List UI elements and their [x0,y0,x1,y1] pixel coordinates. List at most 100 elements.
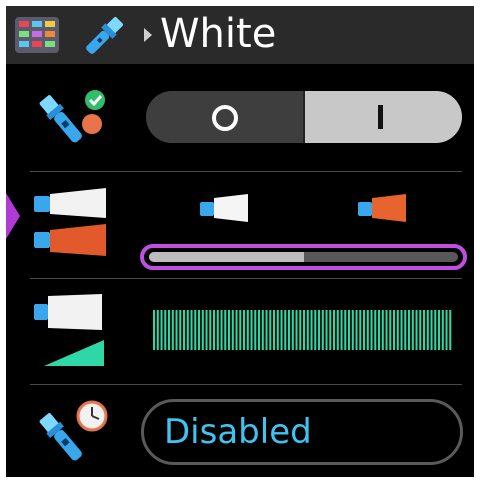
brightness-segment [276,310,279,350]
brightness-segment [426,310,429,350]
brightness-segment [381,310,384,350]
brightness-segment [190,310,193,350]
brightness-segment [396,310,399,350]
brightness-segment [220,310,223,350]
row-divider [30,171,462,172]
brightness-segment [160,310,163,350]
brightness-segment [153,310,156,350]
brightness-segment [228,310,231,350]
brightness-segment [243,310,246,350]
flashlight-red-icon [358,194,406,222]
brightness-segment [171,310,174,350]
brightness-segment [235,310,238,350]
brightness-segment [370,310,373,350]
brightness-segment [411,310,414,350]
flashlight-icon [86,17,123,54]
brightness-segment [261,310,264,350]
slider-track [149,252,458,262]
flashlight-white-icon [200,194,248,222]
header-bar: White [6,6,474,64]
brightness-segment [186,310,189,350]
brightness-segment [303,310,306,350]
brightness-segment [400,310,403,350]
brightness-segment [254,310,257,350]
brightness-segment [194,310,197,350]
screen: White Disabled [6,6,474,477]
brightness-segment [348,310,351,350]
brightness-segment [441,310,444,350]
brightness-segment [179,310,182,350]
brightness-segment [325,310,328,350]
row-divider [30,384,462,385]
brightness-level-bar[interactable] [153,310,453,350]
toggle-divider [303,91,305,143]
brightness-segment [306,310,309,350]
brightness-segment [404,310,407,350]
selection-indicator [6,193,20,239]
brightness-segment [359,310,362,350]
brightness-segment [310,310,313,350]
brightness-segment [419,310,422,350]
color-balance-slider[interactable] [140,244,467,270]
brightness-segment [291,310,294,350]
flashlight-timer-icon [39,400,108,461]
toggle-on-side[interactable] [304,91,462,143]
brightness-segment [231,310,234,350]
brightness-segment [363,310,366,350]
timer-value-field[interactable]: Disabled [141,399,463,465]
brightness-segment [299,310,302,350]
brightness-segment [213,310,216,350]
timer-value: Disabled [164,412,312,452]
brightness-segment [393,310,396,350]
power-toggle[interactable] [146,91,462,143]
brightness-segment [284,310,287,350]
brightness-segment [314,310,317,350]
slider-fill [149,252,304,262]
brightness-segment [351,310,354,350]
film-app-icon[interactable] [14,15,60,55]
brightness-segment [329,310,332,350]
brightness-segment [423,310,426,350]
brightness-segment [175,310,178,350]
brightness-segment [434,310,437,350]
flashlight-brightness-icon [34,294,104,366]
brightness-segment [216,310,219,350]
brightness-segment [374,310,377,350]
brightness-segment [344,310,347,350]
brightness-segment [209,310,212,350]
brightness-segment [333,310,336,350]
power-off-icon [212,105,238,131]
brightness-segment [438,310,441,350]
brightness-segment [355,310,358,350]
brightness-segment [378,310,381,350]
brightness-segment [449,310,452,350]
brightness-segment [224,310,227,350]
brightness-segment [288,310,291,350]
brightness-segment [408,310,411,350]
brightness-segment [336,310,339,350]
brightness-segment [164,310,167,350]
brightness-segment [321,310,324,350]
brightness-segment [258,310,261,350]
chevron-right-icon [144,28,152,42]
brightness-segment [205,310,208,350]
row-divider [30,278,462,279]
brightness-segment [295,310,298,350]
brightness-segment [239,310,242,350]
flashlight-color-icon [34,188,106,256]
brightness-segment [430,310,433,350]
brightness-segment [250,310,253,350]
brightness-segment [318,310,321,350]
brightness-segment [389,310,392,350]
flashlight-toggle-icon [39,90,105,143]
brightness-segment [156,310,159,350]
brightness-segment [340,310,343,350]
brightness-segment [201,310,204,350]
brightness-segment [415,310,418,350]
brightness-segment [280,310,283,350]
brightness-segment [198,310,201,350]
toggle-off-side[interactable] [146,91,304,143]
brightness-segment [445,310,448,350]
brightness-segment [366,310,369,350]
brightness-segment [168,310,171,350]
